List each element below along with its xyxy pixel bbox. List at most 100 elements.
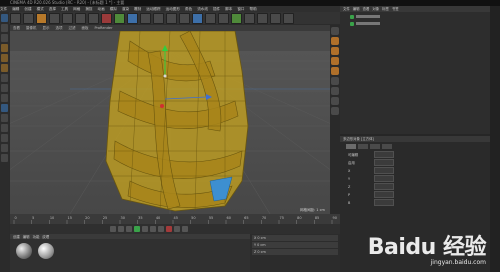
pen-icon[interactable] <box>205 12 216 24</box>
deformer-icon[interactable] <box>244 12 255 24</box>
snap-icon[interactable] <box>1 94 8 102</box>
timeline-tick-label: 15 <box>68 216 72 220</box>
coordinate-field[interactable]: Y 0 cm <box>252 242 338 248</box>
x-axis-icon[interactable] <box>101 12 112 24</box>
prev-frame-icon[interactable] <box>126 226 132 232</box>
go-start-icon[interactable] <box>110 226 116 232</box>
coordinate-system-icon[interactable] <box>140 12 151 24</box>
object-menu-item[interactable]: 文件 <box>343 7 350 11</box>
texture-mode-icon[interactable] <box>1 34 8 42</box>
light-icon[interactable] <box>283 12 294 24</box>
play-icon[interactable] <box>134 226 140 232</box>
pan-icon[interactable] <box>331 57 339 65</box>
twisted-mesh-object[interactable] <box>105 31 249 212</box>
record-icon[interactable] <box>166 226 172 232</box>
material-menu-item[interactable]: 功能 <box>33 235 40 239</box>
timeline-tick-label: 0 <box>15 216 17 220</box>
tab-object[interactable] <box>382 144 392 149</box>
zoom-icon[interactable] <box>331 47 339 55</box>
render-view-icon[interactable] <box>153 12 164 24</box>
enable-axis-icon[interactable] <box>1 74 8 82</box>
object-menu-item[interactable]: 书签 <box>392 7 399 11</box>
rotate-icon[interactable] <box>75 12 86 24</box>
material-swatch-1[interactable] <box>16 243 32 259</box>
coordinate-field[interactable]: X 0 cm <box>252 235 338 241</box>
recent-tool-icon[interactable] <box>88 12 99 24</box>
content-browser-icon[interactable] <box>331 87 339 95</box>
object-menu-item[interactable]: 编辑 <box>353 7 360 11</box>
timeline-tick-label: 80 <box>297 216 301 220</box>
next-frame-icon[interactable] <box>142 226 148 232</box>
polygons-mode-icon[interactable] <box>1 64 8 72</box>
prev-key-icon[interactable] <box>118 226 124 232</box>
tweak-icon[interactable] <box>1 84 8 92</box>
camera-icon[interactable] <box>270 12 281 24</box>
material-menu-item[interactable]: 编辑 <box>23 235 30 239</box>
object-menu-item[interactable]: 标签 <box>382 7 389 11</box>
go-end-icon[interactable] <box>158 226 164 232</box>
floor-icon[interactable] <box>257 12 268 24</box>
viewport[interactable] <box>10 31 330 214</box>
subdivision-icon[interactable] <box>218 12 229 24</box>
lock-workplane-icon[interactable] <box>1 114 8 122</box>
keyframe-icon[interactable] <box>182 226 188 232</box>
next-key-icon[interactable] <box>150 226 156 232</box>
structure-icon[interactable] <box>331 97 339 105</box>
workplane-icon[interactable] <box>1 104 8 112</box>
render-settings-icon[interactable] <box>179 12 190 24</box>
tab-basic[interactable] <box>346 144 356 149</box>
layout-icon[interactable] <box>331 77 339 85</box>
move-icon[interactable] <box>49 12 60 24</box>
points-mode-icon[interactable] <box>1 44 8 52</box>
make-editable-icon[interactable] <box>1 14 8 22</box>
viewport-canvas[interactable] <box>10 31 330 214</box>
cube-icon[interactable] <box>192 12 203 24</box>
layers-icon[interactable] <box>331 107 339 115</box>
y-axis-icon[interactable] <box>114 12 125 24</box>
redo-icon[interactable] <box>23 12 34 24</box>
attribute-field[interactable] <box>374 199 394 206</box>
undo-icon[interactable] <box>10 12 21 24</box>
material-menu-item[interactable]: 创建 <box>13 235 20 239</box>
timeline-tick-label: 10 <box>50 216 54 220</box>
guide-icon[interactable] <box>1 154 8 162</box>
tab-phong[interactable] <box>370 144 380 149</box>
material-menu-item[interactable]: 纹理 <box>42 235 49 239</box>
polygon-object-icon <box>350 21 354 26</box>
scale-icon[interactable] <box>62 12 73 24</box>
x-handle[interactable] <box>160 104 164 108</box>
attribute-field[interactable] <box>374 175 394 182</box>
watermark-logo: Baidu 经验 <box>367 235 487 260</box>
orbit-icon[interactable] <box>331 67 339 75</box>
object-menu-item[interactable]: 对象 <box>372 7 379 11</box>
attribute-field[interactable] <box>374 167 394 174</box>
solo-icon[interactable] <box>1 124 8 132</box>
attribute-rows: 可编辑 启用 X Y Z P B <box>340 151 490 206</box>
locked-icon[interactable] <box>1 144 8 152</box>
soft-selection-icon[interactable] <box>1 134 8 142</box>
view-single-icon[interactable] <box>331 27 339 35</box>
attribute-field[interactable] <box>374 151 394 158</box>
object-row[interactable] <box>350 14 490 19</box>
material-swatch-2[interactable] <box>38 243 54 259</box>
object-row[interactable] <box>350 21 490 26</box>
attribute-field[interactable] <box>374 159 394 166</box>
model-mode-icon[interactable] <box>1 24 8 32</box>
attribute-row: 可编辑 <box>348 151 490 158</box>
attribute-field[interactable] <box>374 191 394 198</box>
render-picture-viewer-icon[interactable] <box>166 12 177 24</box>
camera-nav-icon[interactable] <box>331 37 339 45</box>
autokey-icon[interactable] <box>174 226 180 232</box>
timeline-ruler[interactable]: 0 5 10 15 20 25 30 35 40 45 50 55 60 65 70 75 80 85 90 <box>10 214 340 224</box>
tab-coord[interactable] <box>358 144 368 149</box>
edges-mode-icon[interactable] <box>1 54 8 62</box>
coordinate-field[interactable]: Z 0 cm <box>252 249 338 255</box>
live-select-icon[interactable] <box>36 12 47 24</box>
array-icon[interactable] <box>231 12 242 24</box>
polygon-object-icon <box>350 14 354 19</box>
object-menu-item[interactable]: 查看 <box>363 7 370 11</box>
attribute-field[interactable] <box>374 183 394 190</box>
attribute-row: Z <box>348 183 490 190</box>
z-axis-icon[interactable] <box>127 12 138 24</box>
side-tab-strip <box>490 6 500 272</box>
